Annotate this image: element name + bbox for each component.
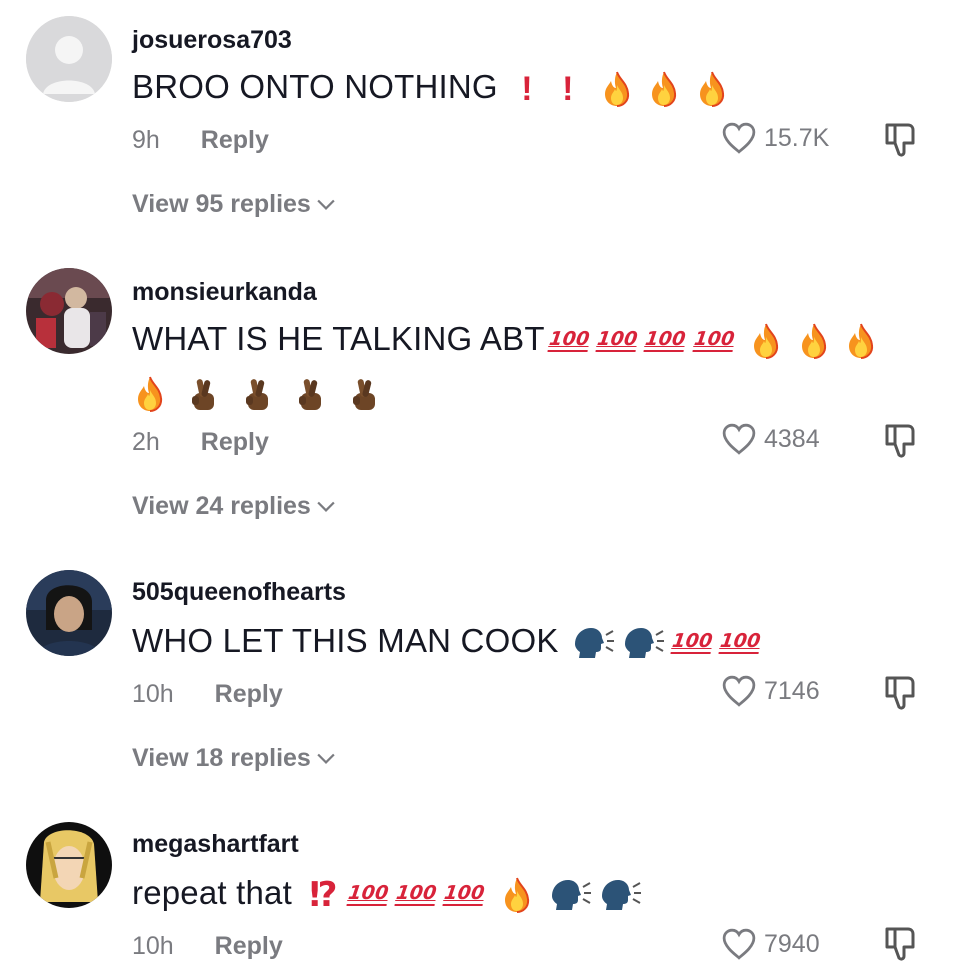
like-count: 4384 xyxy=(764,424,820,453)
view-replies-button[interactable]: View 24 replies xyxy=(132,492,335,521)
avatar[interactable] xyxy=(26,570,112,656)
view-replies-label: View 24 replies xyxy=(132,492,311,520)
chevron-down-icon xyxy=(317,753,335,765)
heart-icon xyxy=(722,675,756,707)
hundred-emoji: 100 xyxy=(394,882,439,907)
comment-text-content: BROO ONTO NOTHING xyxy=(132,68,498,105)
comment-text-line2 xyxy=(132,376,383,412)
speaking-head-emoji xyxy=(548,878,592,912)
thumbs-down-icon[interactable] xyxy=(884,122,918,158)
speaking-head-emoji xyxy=(571,626,615,660)
chevron-down-icon xyxy=(317,199,335,211)
interrobang-emoji: ⁉ xyxy=(309,876,338,915)
fire-emoji xyxy=(845,323,877,359)
fire-emoji xyxy=(134,376,166,412)
view-replies-label: View 95 replies xyxy=(132,190,311,218)
fire-emoji xyxy=(696,71,728,107)
fire-emoji xyxy=(648,71,680,107)
view-replies-label: View 18 replies xyxy=(132,744,311,772)
username[interactable]: megashartfart xyxy=(132,830,299,859)
view-replies-button[interactable]: View 95 replies xyxy=(132,190,335,219)
comment-text-content: repeat that xyxy=(132,874,292,911)
default-avatar-icon xyxy=(26,16,112,102)
like-button[interactable]: 7940 xyxy=(722,928,820,960)
comment-time: 2h xyxy=(132,428,160,456)
comment-time: 9h xyxy=(132,126,160,154)
exclamation-emoji: ! xyxy=(562,69,574,108)
like-count: 15.7K xyxy=(764,123,830,152)
crossed-fingers-emoji xyxy=(243,376,273,412)
hundred-emoji: 100 xyxy=(442,882,487,907)
comment-meta: 2h Reply xyxy=(132,428,269,457)
thumbs-down-icon[interactable] xyxy=(884,675,918,711)
user-photo xyxy=(26,268,112,354)
username[interactable]: monsieurkanda xyxy=(132,278,317,307)
avatar[interactable] xyxy=(26,16,112,102)
like-count: 7146 xyxy=(764,676,820,705)
comment-text: WHO LET THIS MAN COOK 100 100 xyxy=(132,622,764,660)
heart-icon xyxy=(722,122,756,154)
hundred-emoji: 100 xyxy=(595,328,640,353)
view-replies-button[interactable]: View 18 replies xyxy=(132,744,335,773)
reply-button[interactable]: Reply xyxy=(201,428,269,456)
fire-emoji xyxy=(601,71,633,107)
user-photo xyxy=(26,570,112,656)
like-button[interactable]: 7146 xyxy=(722,675,820,707)
crossed-fingers-emoji xyxy=(296,376,326,412)
comment-meta: 9h Reply xyxy=(132,126,269,155)
comment-text: BROO ONTO NOTHING ! ! xyxy=(132,68,731,109)
reply-button[interactable]: Reply xyxy=(215,680,283,708)
hundred-emoji: 100 xyxy=(718,630,763,655)
hundred-emoji: 100 xyxy=(691,328,736,353)
crossed-fingers-emoji xyxy=(189,376,219,412)
hundred-emoji: 100 xyxy=(670,630,714,655)
hundred-emoji: 100 xyxy=(643,328,688,353)
thumbs-down-icon[interactable] xyxy=(884,423,918,459)
comment-time: 10h xyxy=(132,680,174,708)
hundred-emoji: 100 xyxy=(547,328,591,353)
comment-meta: 10h Reply xyxy=(132,680,283,709)
username[interactable]: josuerosa703 xyxy=(132,26,292,55)
comment-text-content: WHO LET THIS MAN COOK xyxy=(132,622,559,659)
fire-emoji xyxy=(798,323,830,359)
comment-text: repeat that ⁉ 100 100 100 xyxy=(132,874,645,915)
fire-emoji xyxy=(501,877,533,913)
exclamation-emoji: ! xyxy=(521,69,533,108)
username[interactable]: 505queenofhearts xyxy=(132,578,346,607)
like-button[interactable]: 15.7K xyxy=(722,122,829,154)
hundred-emoji: 100 xyxy=(346,882,390,907)
comment-meta: 10h Reply xyxy=(132,932,283,961)
comment-text-content: WHAT IS HE TALKING ABT xyxy=(132,320,545,357)
speaking-head-emoji xyxy=(598,878,642,912)
thumbs-down-icon[interactable] xyxy=(884,926,918,962)
user-photo xyxy=(26,822,112,908)
like-button[interactable]: 4384 xyxy=(722,423,820,455)
reply-button[interactable]: Reply xyxy=(201,126,269,154)
heart-icon xyxy=(722,423,756,455)
comment-text: WHAT IS HE TALKING ABT 100 100 100 100 xyxy=(132,320,880,359)
speaking-head-emoji xyxy=(621,626,665,660)
avatar[interactable] xyxy=(26,268,112,354)
fire-emoji xyxy=(750,323,782,359)
avatar[interactable] xyxy=(26,822,112,908)
heart-icon xyxy=(722,928,756,960)
chevron-down-icon xyxy=(317,501,335,513)
crossed-fingers-emoji xyxy=(350,376,380,412)
like-count: 7940 xyxy=(764,929,820,958)
